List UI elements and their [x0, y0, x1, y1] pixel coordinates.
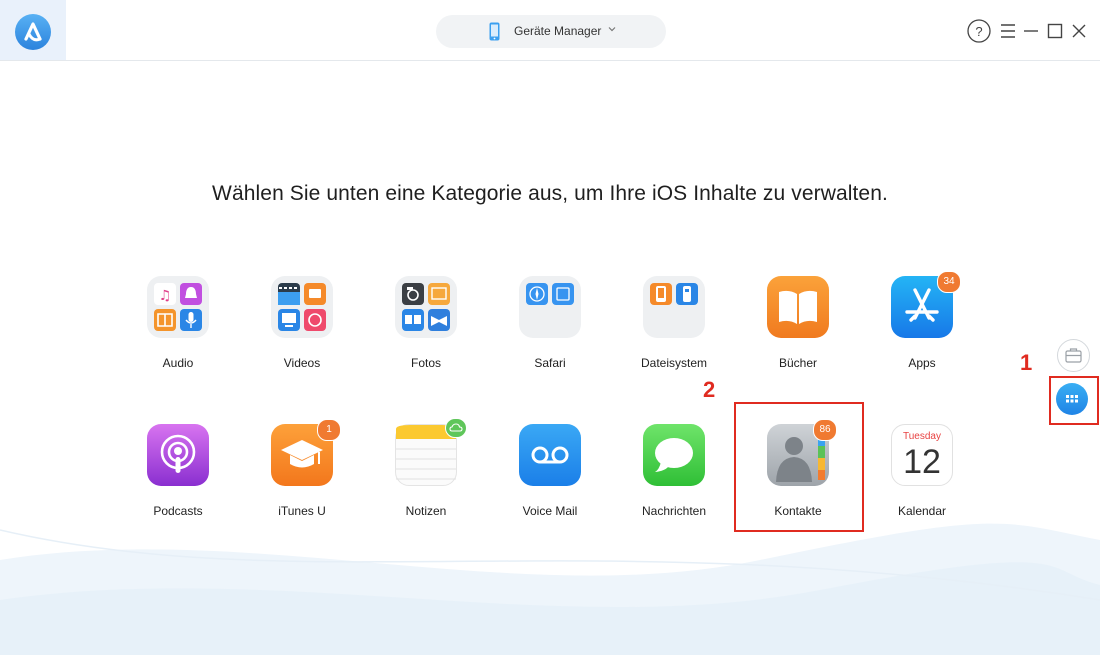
annotation-box-kontakte — [734, 402, 864, 532]
category-label: Kalendar — [897, 504, 947, 518]
device-manager-label: Geräte Manager — [514, 24, 602, 38]
app-logo-area — [0, 0, 66, 60]
grid-icon — [1066, 395, 1078, 403]
voice-mail-icon — [519, 424, 581, 486]
svg-text:♫: ♫ — [159, 288, 172, 304]
category-nachrichten[interactable]: Nachrichten — [619, 424, 729, 528]
categories-button[interactable] — [1056, 383, 1088, 415]
category-fotos[interactable]: Fotos — [371, 276, 481, 380]
category-apps[interactable]: 34 Apps — [867, 271, 977, 380]
iphone-icon — [489, 22, 500, 41]
anytrans-logo-icon[interactable] — [15, 14, 51, 50]
category-dateisystem[interactable]: Dateisystem — [619, 276, 729, 380]
maximize-icon[interactable] — [1046, 0, 1064, 60]
svg-text:?: ? — [975, 24, 982, 39]
category-videos[interactable]: Videos — [247, 276, 357, 380]
page-heading: Wählen Sie unten eine Kategorie aus, um … — [212, 182, 888, 205]
help-icon[interactable]: ? — [966, 0, 992, 60]
category-label: Notizen — [405, 504, 447, 518]
menu-icon[interactable] — [999, 0, 1017, 60]
category-kalendar[interactable]: Tuesday 12 Kalendar — [867, 424, 977, 528]
minimize-icon[interactable] — [1022, 0, 1040, 60]
apps-count-badge: 34 — [937, 271, 961, 293]
calendar-day-text: 12 — [903, 443, 941, 481]
category-itunes-u[interactable]: 1 iTunes U — [247, 419, 357, 528]
photos-icon — [395, 276, 457, 338]
videos-icon — [271, 276, 333, 338]
calendar-icon: Tuesday 12 — [891, 424, 953, 486]
category-label: Voice Mail — [522, 504, 578, 518]
category-label: Podcasts — [153, 504, 203, 518]
category-label: Apps — [908, 356, 936, 370]
messages-icon — [643, 424, 705, 486]
annotation-number-2: 2 — [703, 377, 716, 402]
safari-icon — [519, 276, 581, 338]
toolkit-button[interactable] — [1057, 339, 1090, 372]
category-label: Videos — [283, 356, 321, 370]
calendar-month-text: Tuesday — [903, 431, 941, 442]
category-podcasts[interactable]: Podcasts — [123, 424, 233, 528]
category-audio[interactable]: ♫ Audio — [123, 276, 233, 380]
category-label: Audio — [162, 356, 194, 370]
chevron-down-icon — [607, 24, 617, 37]
device-manager-selector[interactable]: Geräte Manager — [436, 15, 666, 48]
title-bar: Geräte Manager ? — [0, 0, 1100, 61]
annotation-number-1: 1 — [1020, 350, 1033, 375]
category-safari[interactable]: Safari — [495, 276, 605, 380]
audio-icon: ♫ — [147, 276, 209, 338]
itunes-u-count-badge: 1 — [317, 419, 341, 441]
category-label: Fotos — [410, 356, 441, 370]
category-label: Nachrichten — [641, 504, 707, 518]
category-buecher[interactable]: Bücher — [743, 276, 853, 380]
books-icon — [767, 276, 829, 338]
category-label: Dateisystem — [640, 356, 708, 370]
close-icon[interactable] — [1070, 0, 1088, 60]
icloud-badge-icon — [445, 418, 467, 438]
category-label: Bücher — [778, 356, 818, 370]
category-label: iTunes U — [278, 504, 326, 518]
category-notizen[interactable]: Notizen — [371, 418, 481, 528]
category-label: Safari — [534, 356, 566, 370]
file-system-icon — [643, 276, 705, 338]
category-voice-mail[interactable]: Voice Mail — [495, 424, 605, 528]
toolbox-icon — [1065, 348, 1082, 363]
podcasts-icon — [147, 424, 209, 486]
